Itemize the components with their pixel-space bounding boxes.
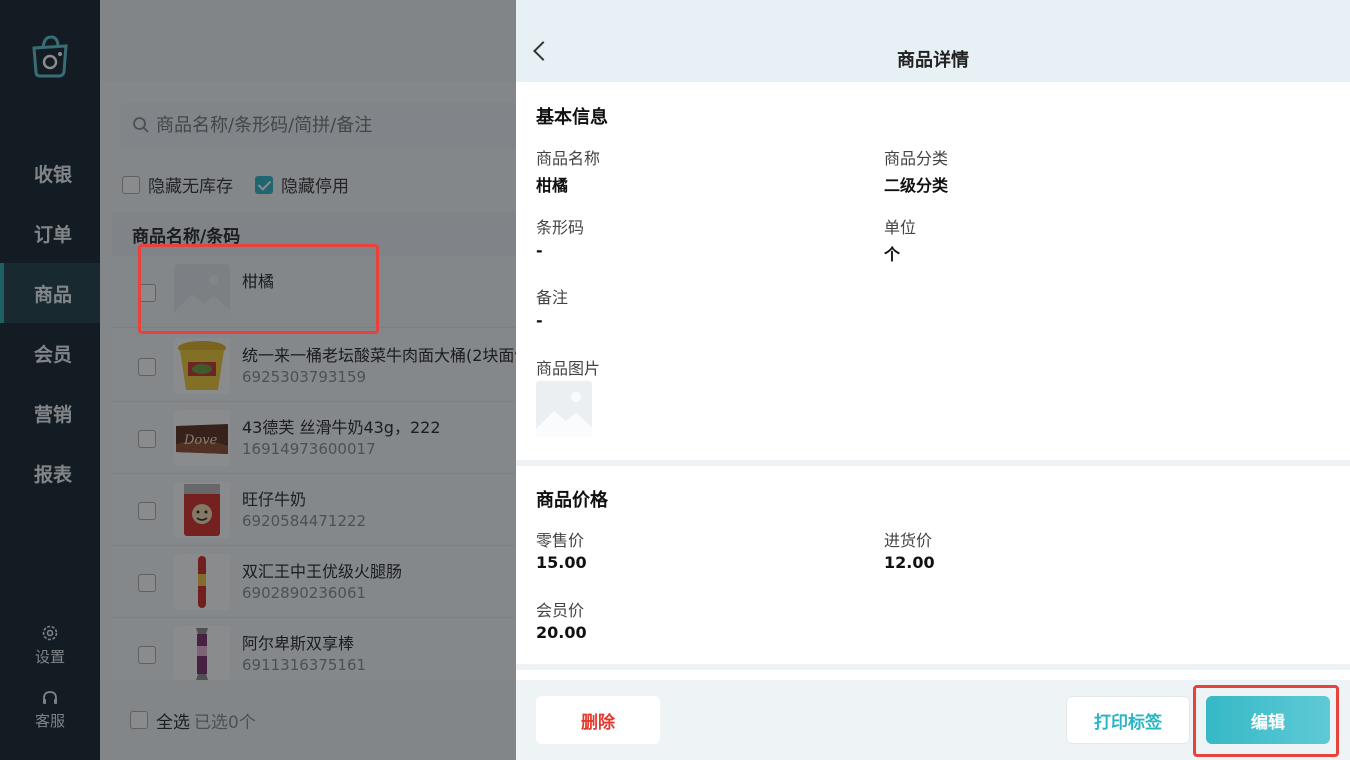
print-label-button[interactable]: 打印标签 <box>1066 696 1190 744</box>
unit-label: 单位 <box>884 218 917 237</box>
name-value: 柑橘 <box>536 176 569 195</box>
image-label: 商品图片 <box>536 359 601 378</box>
remark-label: 备注 <box>536 288 569 307</box>
panel-header: 商品详情 <box>516 0 1350 82</box>
unit-value: 个 <box>884 245 901 264</box>
basic-info-title: 基本信息 <box>536 107 608 128</box>
product-image-placeholder-icon <box>536 381 592 437</box>
row-highlight-box <box>138 244 379 334</box>
edit-highlight-box <box>1193 685 1339 757</box>
panel-title: 商品详情 <box>897 50 969 71</box>
remark-value: - <box>536 311 543 330</box>
section-divider <box>516 460 1350 466</box>
modal-overlay[interactable] <box>0 0 516 760</box>
retail-price-value: 15.00 <box>536 553 587 572</box>
retail-price-label: 零售价 <box>536 531 585 550</box>
product-detail-panel: 商品详情 基本信息 商品名称 柑橘 商品分类 二级分类 条形码 - 单位 个 备… <box>516 0 1350 760</box>
category-value: 二级分类 <box>884 176 949 195</box>
barcode-value: - <box>536 241 543 260</box>
delete-button[interactable]: 删除 <box>536 696 660 744</box>
purchase-price-value: 12.00 <box>884 553 935 572</box>
category-label: 商品分类 <box>884 149 949 168</box>
member-price-label: 会员价 <box>536 601 585 620</box>
purchase-price-label: 进货价 <box>884 531 933 550</box>
price-section-title: 商品价格 <box>536 490 608 511</box>
section-divider <box>516 664 1350 670</box>
name-label: 商品名称 <box>536 149 601 168</box>
member-price-value: 20.00 <box>536 623 587 642</box>
barcode-label: 条形码 <box>536 218 585 237</box>
